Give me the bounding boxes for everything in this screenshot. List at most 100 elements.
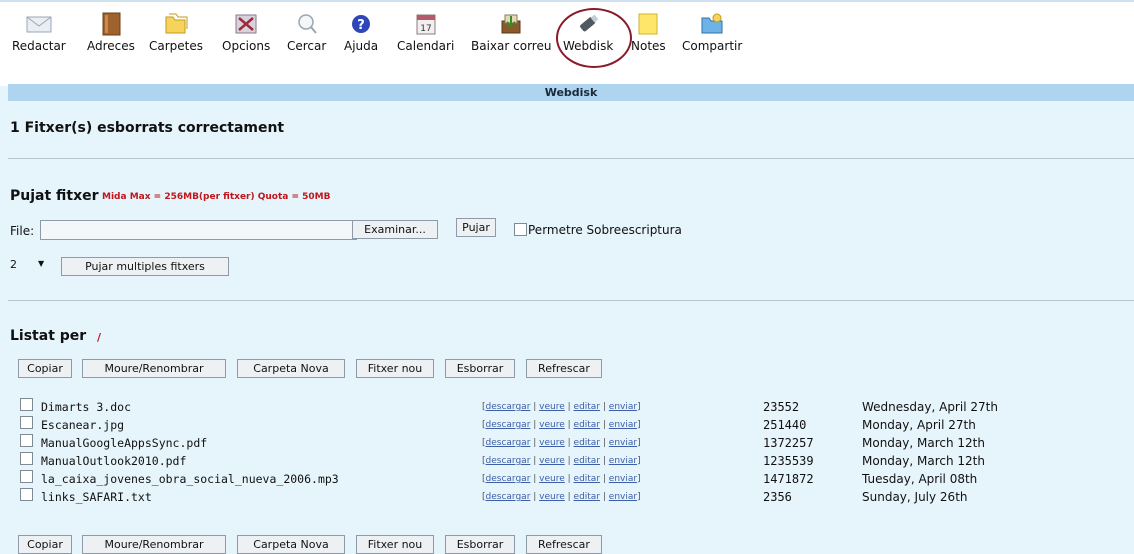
action-enviar-link[interactable]: enviar bbox=[609, 438, 637, 448]
action-descargar-link[interactable]: descargar bbox=[486, 474, 531, 484]
file-name[interactable]: ManualOutlook2010.pdf bbox=[41, 454, 186, 468]
main-toolbar: Redactar Adreces Carpetes Opcions Cercar… bbox=[0, 0, 1134, 86]
file-date: Monday, March 12th bbox=[862, 436, 985, 450]
file-name[interactable]: ManualGoogleAppsSync.pdf bbox=[41, 436, 207, 450]
action-veure-link[interactable]: veure bbox=[539, 456, 565, 466]
toolbar-baixar-correu-label: Baixar correu bbox=[471, 39, 552, 53]
action-editar-link[interactable]: editar bbox=[574, 456, 601, 466]
action-editar-link[interactable]: editar bbox=[574, 492, 601, 502]
new-folder-button-bottom[interactable]: Carpeta Nova bbox=[237, 535, 345, 554]
toolbar-calendari-button[interactable]: 17 Calendari bbox=[397, 12, 454, 53]
toolbar-redactar-button[interactable]: Redactar bbox=[12, 12, 66, 53]
action-editar-link[interactable]: editar bbox=[574, 402, 601, 412]
refresh-button[interactable]: Refrescar bbox=[526, 359, 602, 378]
file-actions: [descargar | veure | editar | enviar] bbox=[482, 456, 641, 466]
refresh-button-bottom[interactable]: Refrescar bbox=[526, 535, 602, 554]
action-enviar-link[interactable]: enviar bbox=[609, 474, 637, 484]
action-descargar-link[interactable]: descargar bbox=[486, 492, 531, 502]
download-mail-icon bbox=[498, 12, 524, 36]
action-veure-link[interactable]: veure bbox=[539, 492, 565, 502]
table-row: Escanear.jpg [descargar | veure | editar … bbox=[20, 416, 1120, 434]
move-rename-button[interactable]: Moure/Renombrar bbox=[82, 359, 226, 378]
move-rename-button-bottom[interactable]: Moure/Renombrar bbox=[82, 535, 226, 554]
calendar-icon: 17 bbox=[413, 12, 439, 36]
file-name[interactable]: Dimarts 3.doc bbox=[41, 400, 131, 414]
toolbar-cercar-label: Cercar bbox=[287, 39, 327, 53]
action-enviar-link[interactable]: enviar bbox=[609, 456, 637, 466]
action-descargar-link[interactable]: descargar bbox=[486, 402, 531, 412]
action-editar-link[interactable]: editar bbox=[574, 420, 601, 430]
file-name[interactable]: la_caixa_jovenes_obra_social_nueva_2006.… bbox=[41, 472, 339, 486]
delete-button-bottom[interactable]: Esborrar bbox=[445, 535, 515, 554]
toolbar-notes-button[interactable]: Notes bbox=[631, 12, 666, 53]
copy-button[interactable]: Copiar bbox=[18, 359, 72, 378]
table-row: la_caixa_jovenes_obra_social_nueva_2006.… bbox=[20, 470, 1120, 488]
file-size: 2356 bbox=[763, 490, 792, 504]
toolbar-adreces-button[interactable]: Adreces bbox=[87, 12, 135, 53]
action-descargar-link[interactable]: descargar bbox=[486, 438, 531, 448]
toolbar-ajuda-label: Ajuda bbox=[344, 39, 379, 53]
options-icon bbox=[233, 12, 259, 36]
file-size: 23552 bbox=[763, 400, 800, 414]
svg-text:17: 17 bbox=[420, 24, 431, 34]
file-date: Sunday, July 26th bbox=[862, 490, 968, 504]
new-folder-button[interactable]: Carpeta Nova bbox=[237, 359, 345, 378]
browse-button[interactable]: Examinar... bbox=[352, 220, 438, 239]
upload-button[interactable]: Pujar bbox=[456, 218, 496, 237]
file-date: Monday, March 12th bbox=[862, 454, 985, 468]
file-actions: [descargar | veure | editar | enviar] bbox=[482, 438, 641, 448]
toolbar-adreces-label: Adreces bbox=[87, 39, 135, 53]
row-checkbox[interactable] bbox=[20, 416, 33, 429]
action-enviar-link[interactable]: enviar bbox=[609, 492, 637, 502]
file-size: 251440 bbox=[763, 418, 807, 432]
upload-limits: Mida Max = 256MB(per fitxer) Quota = 50M… bbox=[102, 192, 331, 202]
row-checkbox[interactable] bbox=[20, 398, 33, 411]
action-enviar-link[interactable]: enviar bbox=[609, 420, 637, 430]
multi-upload-count-select[interactable]: 2 ▼ bbox=[10, 258, 50, 274]
divider bbox=[8, 158, 1134, 159]
file-date: Monday, April 27th bbox=[862, 418, 976, 432]
copy-button-bottom[interactable]: Copiar bbox=[18, 535, 72, 554]
toolbar-compartir-button[interactable]: Compartir bbox=[682, 12, 742, 53]
action-editar-link[interactable]: editar bbox=[574, 438, 601, 448]
action-veure-link[interactable]: veure bbox=[539, 420, 565, 430]
overwrite-label: Permetre Sobreescriptura bbox=[528, 223, 682, 237]
multi-upload-button[interactable]: Pujar multiples fitxers bbox=[61, 257, 229, 276]
file-path-input[interactable] bbox=[40, 220, 357, 240]
overwrite-checkbox[interactable] bbox=[514, 223, 527, 236]
toolbar-cercar-button[interactable]: Cercar bbox=[287, 12, 326, 53]
help-icon: ? bbox=[348, 12, 374, 36]
toolbar-compartir-label: Compartir bbox=[682, 39, 743, 53]
toolbar-opcions-label: Opcions bbox=[222, 39, 271, 53]
webdisk-highlight-ring bbox=[556, 8, 632, 68]
action-enviar-link[interactable]: enviar bbox=[609, 402, 637, 412]
action-editar-link[interactable]: editar bbox=[574, 474, 601, 484]
action-descargar-link[interactable]: descargar bbox=[486, 420, 531, 430]
file-name[interactable]: links_SAFARI.txt bbox=[41, 490, 152, 504]
toolbar-baixar-correu-button[interactable]: Baixar correu bbox=[471, 12, 551, 53]
address-book-icon bbox=[98, 12, 124, 36]
toolbar-ajuda-button[interactable]: ? Ajuda bbox=[344, 12, 378, 53]
action-veure-link[interactable]: veure bbox=[539, 402, 565, 412]
delete-button[interactable]: Esborrar bbox=[445, 359, 515, 378]
chevron-down-icon: ▼ bbox=[38, 259, 45, 268]
file-size: 1235539 bbox=[763, 454, 814, 468]
new-file-button-bottom[interactable]: Fitxer nou bbox=[356, 535, 434, 554]
row-checkbox[interactable] bbox=[20, 452, 33, 465]
file-name[interactable]: Escanear.jpg bbox=[41, 418, 124, 432]
action-descargar-link[interactable]: descargar bbox=[486, 456, 531, 466]
action-veure-link[interactable]: veure bbox=[539, 474, 565, 484]
toolbar-carpetes-button[interactable]: Carpetes bbox=[149, 12, 203, 53]
table-row: ManualGoogleAppsSync.pdf [descargar | veu… bbox=[20, 434, 1120, 452]
file-actions: [descargar | veure | editar | enviar] bbox=[482, 420, 641, 430]
new-file-button[interactable]: Fitxer nou bbox=[356, 359, 434, 378]
row-checkbox[interactable] bbox=[20, 470, 33, 483]
file-actions: [descargar | veure | editar | enviar] bbox=[482, 402, 641, 412]
file-size: 1471872 bbox=[763, 472, 814, 486]
row-checkbox[interactable] bbox=[20, 488, 33, 501]
search-icon bbox=[294, 12, 320, 36]
listing-path[interactable]: / bbox=[97, 331, 101, 344]
action-veure-link[interactable]: veure bbox=[539, 438, 565, 448]
row-checkbox[interactable] bbox=[20, 434, 33, 447]
toolbar-opcions-button[interactable]: Opcions bbox=[222, 12, 270, 53]
